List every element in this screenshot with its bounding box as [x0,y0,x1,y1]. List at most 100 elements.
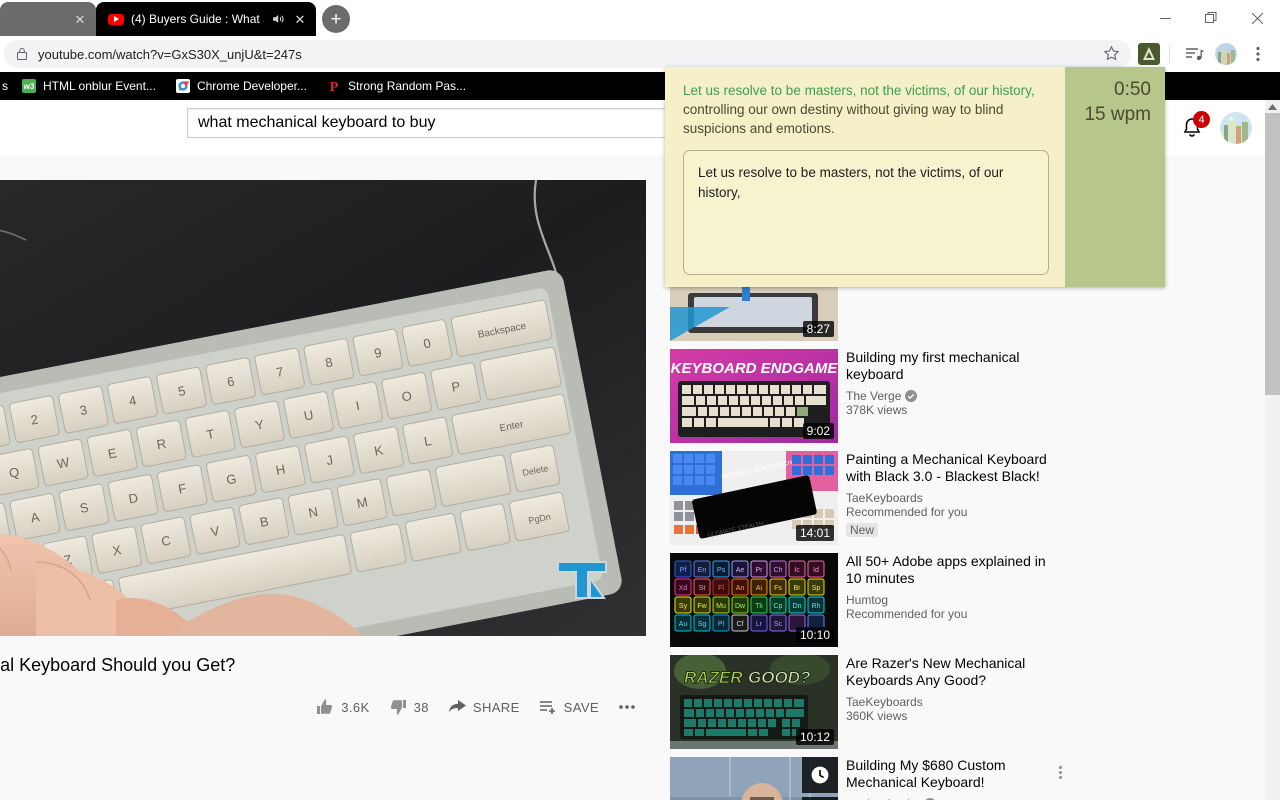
clock-icon [811,766,829,784]
svg-text:Ps: Ps [717,567,726,574]
svg-text:Sg: Sg [698,621,707,628]
svg-text:Ae: Ae [736,567,745,574]
svg-text:GOOD?: GOOD? [748,668,811,687]
reading-list-icon[interactable] [1180,40,1208,68]
video-channel: TaeKeyboards [846,694,923,709]
bookmark-item-1[interactable]: w3 HTML onblur Event... [12,72,166,100]
video-menu-button[interactable] [1048,761,1072,785]
save-icon [539,701,555,715]
like-button[interactable]: 3.6K [306,687,378,727]
bookmark-item-2[interactable]: Chrome Developer... [166,72,317,100]
star-icon[interactable] [1103,45,1121,63]
maximize-button[interactable] [1188,0,1234,36]
page-title: What Size Mechanical Keyboard Should you… [0,655,236,675]
video-views: 360K views [846,708,908,723]
new-tab-button[interactable]: + [322,5,350,33]
more-actions-button[interactable] [608,687,646,727]
svg-text:Tk: Tk [755,603,763,610]
address-bar[interactable]: youtube.com/watch?v=GxS30X_unjU&t=247s [4,40,1131,68]
share-icon [448,700,466,713]
typing-timer: 0:50 [1114,79,1151,100]
video-player[interactable]: 123 456 789 0Backspace Tab QWE RTY UIO P [0,180,646,636]
profile-avatar-icon[interactable] [1212,40,1240,68]
video-info: Painting a Mechanical Keyboard with Blac… [846,451,1072,545]
close-icon[interactable]: ✕ [292,11,308,27]
video-thumbnail[interactable]: KEYBOARD ENDGAME 9:02 [670,348,838,443]
video-title: Building my first mechanical keyboard [846,348,1020,383]
bookmark-item-3[interactable]: P Strong Random Pas... [317,72,476,100]
scroll-up-button[interactable] [1265,100,1280,113]
video-thumbnail[interactable]: Pf En Ps Ae Pr Ch Ic Id Xd St Fl An Ai F… [670,552,838,647]
typing-test-overlay[interactable]: Let us resolve to be masters, not the vi… [665,67,1165,287]
video-duration: 10:12 [795,728,834,745]
svg-text:w3: w3 [23,82,35,91]
video-thumbnail[interactable]: RAZER GOOD? 10:12 [670,654,838,749]
w3schools-favicon-icon: w3 [22,79,36,93]
svg-text:Pl: Pl [718,621,725,628]
svg-text:P: P [330,80,339,93]
lock-icon [16,47,28,61]
svg-text:Br: Br [794,585,802,592]
channel-name: The Verge [846,388,902,403]
bookmark-label: Chrome Developer... [196,79,307,93]
typing-prompt-completed: Let us resolve to be masters, not the vi… [683,83,1035,98]
tab-strip: ✕ (4) Buyers Guide : What Size ✕ + [0,0,1280,36]
share-label: SHARE [472,699,520,715]
video-info: Building my first mechanical keyboard Th… [846,349,1072,443]
list-item[interactable]: Pf En Ps Ae Pr Ch Ic Id Xd St Fl An Ai F… [670,552,1072,655]
page-scrollbar[interactable] [1265,100,1280,800]
bookmark-item-0[interactable]: s [0,72,12,100]
dislike-button[interactable]: 38 [379,687,438,727]
video-actions: 3.6K 38 SHARE SAVE [306,687,646,727]
svg-text:Fl: Fl [718,585,724,592]
video-duration: 8:27 [802,320,834,337]
typing-input[interactable]: Let us resolve to be masters, not the vi… [683,150,1049,275]
svg-text:RAZER: RAZER [684,668,743,687]
extension-icon[interactable] [1135,40,1163,68]
notifications-icon[interactable]: 4 [1172,108,1212,148]
list-item[interactable]: RAZER GOOD? 10:12 Are Razer's New Mechan… [670,654,1072,757]
url-text[interactable]: youtube.com/watch?v=GxS30X_unjU&t=247s [38,47,1093,62]
svg-text:St: St [699,585,706,592]
typing-test-panel: Let us resolve to be masters, not the vi… [665,67,1065,287]
close-button[interactable] [1234,0,1280,36]
video-duration: 10:10 [795,626,834,643]
list-item[interactable]: KEYBOARD ENDGAME 9:02 Building my first … [670,348,1072,451]
more-menu-icon[interactable] [1244,40,1272,68]
video-views: 378K views [846,402,908,417]
svg-text:Dw: Dw [735,603,746,610]
svg-text:Xd: Xd [679,585,688,592]
video-views: Recommended for you [846,606,968,621]
video-duration: 9:02 [802,422,834,439]
video-thumbnail[interactable]: BLACKEST BLACK MECH ULTIMATE STEALTH 14:… [670,450,838,545]
video-meta-row: 29, 2020 3.6K 38 [0,677,646,727]
ellipsis-icon [619,705,635,710]
browser-tab-1[interactable]: ✕ [0,2,96,36]
tab-audio-icon[interactable] [271,12,285,26]
video-title: Painting a Mechanical Keyboard with Blac… [846,450,1047,485]
svg-text:En: En [698,567,707,574]
svg-text:Pf: Pf [680,567,687,574]
avatar[interactable] [1220,112,1252,144]
browser-tab-2[interactable]: (4) Buyers Guide : What Size ✕ [96,2,316,36]
minimize-button[interactable] [1142,0,1188,36]
list-item[interactable]: Building My $680 Custom Mechanical Keybo… [670,756,1072,800]
scrollbar-thumb[interactable] [1265,113,1280,395]
primary-column: 123 456 789 0Backspace Tab QWE RTY UIO P [0,180,646,800]
save-button[interactable]: SAVE [529,687,608,727]
toolbar-divider [1169,45,1170,63]
list-item[interactable]: BLACKEST BLACK MECH ULTIMATE STEALTH 14:… [670,450,1072,553]
share-button[interactable]: SHARE [438,687,529,727]
video-info: Are Razer's New Mechanical Keyboards Any… [846,655,1072,749]
svg-text:KEYBOARD ENDGAME: KEYBOARD ENDGAME [671,360,838,377]
close-icon[interactable]: ✕ [72,11,88,27]
search-input[interactable]: what mechanical keyboard to buy [187,108,718,138]
watch-later-button[interactable] [802,756,838,793]
svg-text:Sy: Sy [679,603,688,610]
video-thumbnail[interactable] [670,756,838,800]
video-channel: TaeKeyboards [846,490,923,505]
video-channel: The Verge [846,384,1062,403]
tk-watermark-icon [554,558,610,602]
video-duration: 14:01 [795,524,834,541]
video-title: Are Razer's New Mechanical Keyboards Any… [846,654,1026,689]
